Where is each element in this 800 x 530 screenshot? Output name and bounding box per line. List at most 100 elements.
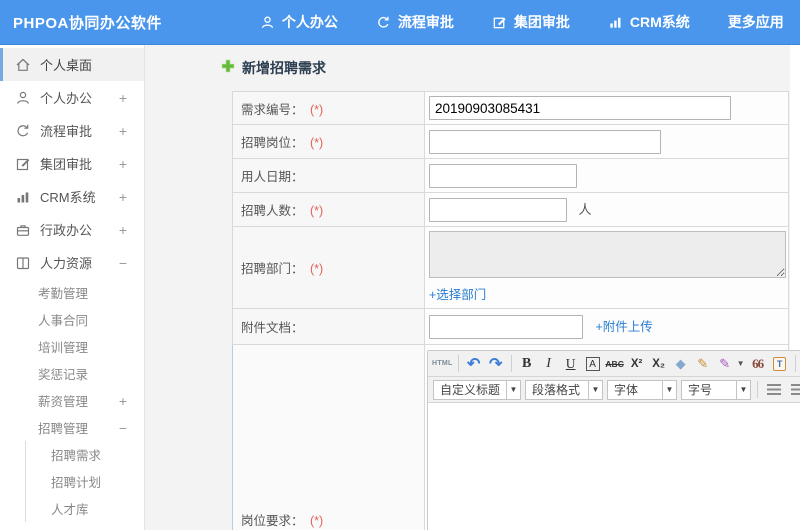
expand-plus-icon: +	[118, 188, 127, 205]
sidebar-item-label: 培训管理	[38, 341, 89, 355]
sidebar-item-label: 人事合同	[38, 314, 89, 328]
sidebar-item-hr-contract[interactable]: 人事合同	[0, 306, 144, 333]
sidebar: 个人桌面 个人办公 + 流程审批 + 集团审批 + CRM系统 + 行政办公 +…	[0, 45, 145, 530]
headcount-unit-label: 人	[578, 202, 592, 217]
field-label: 用人日期：	[241, 170, 304, 184]
sidebar-item-training-mgmt[interactable]: 培训管理	[0, 333, 144, 360]
nav-item-more-apps[interactable]: 更多应用	[728, 12, 800, 32]
nav-item-label: 更多应用	[727, 14, 784, 30]
undo-button[interactable]: ↶	[464, 354, 484, 374]
main-content: 新增招聘需求 需求编号： (*) 招聘岗位： (*) 用人日期：	[145, 45, 800, 530]
sidebar-item-label: 人才库	[51, 503, 89, 517]
attachment-input[interactable]	[429, 314, 583, 339]
nav-item-label: CRM系统	[629, 14, 690, 30]
attachment-upload-link[interactable]: +附件上传	[595, 320, 652, 334]
headcount-input[interactable]	[429, 197, 567, 222]
sidebar-item-reward-punishment[interactable]: 奖惩记录	[0, 360, 144, 387]
expand-plus-icon: +	[118, 89, 127, 106]
nav-item-group-approval[interactable]: 集团审批	[492, 12, 570, 32]
sidebar-item-label: 流程审批	[40, 124, 93, 139]
blockquote-button[interactable]: 66	[748, 354, 768, 374]
align-center-icon[interactable]	[791, 384, 800, 395]
nav-item-personal-office[interactable]: 个人办公	[260, 12, 338, 32]
sidebar-item-salary-mgmt[interactable]: 薪资管理 +	[0, 387, 144, 414]
color-pen-button[interactable]: ✎	[715, 354, 735, 374]
toolbar-separator	[457, 355, 459, 372]
editor-content-area[interactable]	[428, 403, 800, 530]
strikethrough-button[interactable]: ABC	[605, 354, 625, 374]
sidebar-item-label: 集团审批	[40, 157, 93, 172]
sidebar-item-workflow-approval[interactable]: 流程审批 +	[0, 114, 144, 147]
editor-toolbar-row2: 自定义标题 ▼ 段落格式 ▼ 字体 ▼ 字号 ▼	[428, 377, 800, 403]
nav-item-label: 流程审批	[397, 14, 454, 30]
html-source-button[interactable]: HTML	[432, 354, 453, 374]
paragraph-format-select[interactable]: 段落格式 ▼	[525, 379, 603, 400]
chart-icon	[15, 189, 31, 205]
app-brand: PHPOA协同办公软件	[13, 14, 162, 32]
eraser-button[interactable]: ◆	[671, 354, 691, 374]
sidebar-submenu-hr: 考勤管理 人事合同 培训管理 奖惩记录 薪资管理 + 招聘管理 − 招聘需求 招…	[0, 279, 144, 522]
form-row-attachment: 附件文档： +附件上传	[232, 308, 789, 345]
sidebar-item-human-resources[interactable]: 人力资源 −	[0, 246, 144, 279]
bold-button[interactable]: B	[517, 354, 537, 374]
expand-plus-icon: +	[118, 221, 127, 238]
collapse-minus-icon: −	[118, 254, 127, 271]
nav-item-crm-system[interactable]: CRM系统	[608, 12, 690, 32]
required-mark: (*)	[310, 204, 324, 218]
top-navbar: PHPOA协同办公软件 个人办公 流程审批 集团审批 CRM系统 更多应用	[0, 0, 800, 45]
font-family-select[interactable]: 字体 ▼	[607, 379, 677, 400]
department-textarea[interactable]	[429, 231, 786, 278]
underline-button[interactable]: U	[561, 354, 581, 374]
rich-text-editor: HTML ↶ ↷ B I U A ABC X² X₂ ◆ ✎ ✎ ▼ 66 T …	[427, 350, 800, 530]
field-label: 招聘部门：	[241, 262, 304, 276]
sidebar-item-recruit-requirement[interactable]: 招聘需求	[26, 441, 144, 468]
toolbar-separator	[757, 381, 758, 398]
field-label: 招聘人数：	[241, 204, 304, 218]
sidebar-item-personal-desktop[interactable]: 个人桌面	[0, 48, 144, 81]
paste-word-button[interactable]: T	[770, 354, 790, 374]
field-label: 岗位要求：	[241, 514, 304, 528]
field-label: 需求编号：	[241, 102, 304, 117]
required-mark: (*)	[310, 136, 324, 150]
sidebar-item-personal-office[interactable]: 个人办公 +	[0, 81, 144, 114]
nav-item-workflow-approval[interactable]: 流程审批	[376, 12, 454, 32]
sidebar-item-recruit-plan[interactable]: 招聘计划	[26, 468, 144, 495]
editor-toolbar-row1: HTML ↶ ↷ B I U A ABC X² X₂ ◆ ✎ ✎ ▼ 66 T	[428, 351, 800, 377]
expand-plus-icon: +	[118, 155, 127, 172]
field-label: 招聘岗位：	[241, 136, 304, 150]
sidebar-item-talent-pool[interactable]: 人才库	[26, 495, 144, 522]
sidebar-item-crm-system[interactable]: CRM系统 +	[0, 180, 144, 213]
subscript-button[interactable]: X₂	[649, 354, 669, 374]
page-title-row: 新增招聘需求	[221, 58, 800, 78]
superscript-button[interactable]: X²	[627, 354, 647, 374]
format-brush-button[interactable]: ✎	[693, 354, 713, 374]
caret-down-icon: ▼	[737, 379, 751, 400]
select-department-link[interactable]: +选择部门	[429, 284, 486, 303]
recruit-requirement-form: 需求编号： (*) 招聘岗位： (*) 用人日期：	[232, 91, 800, 530]
form-row-job-requirement: 岗位要求： (*) HTML ↶ ↷ B I U A ABC X² X₂ ◆ ✎…	[232, 344, 800, 530]
char-border-button[interactable]: A	[583, 354, 603, 374]
collapse-minus-icon: −	[118, 419, 127, 436]
form-row-headcount: 招聘人数： (*) 人	[232, 192, 789, 227]
redo-button[interactable]: ↷	[486, 354, 506, 374]
sidebar-item-admin-office[interactable]: 行政办公 +	[0, 213, 144, 246]
sidebar-item-attendance-mgmt[interactable]: 考勤管理	[0, 279, 144, 306]
sidebar-item-label: 个人桌面	[40, 58, 93, 73]
align-left-icon[interactable]	[767, 384, 781, 395]
form-row-hire-date: 用人日期：	[232, 158, 789, 193]
navbar-menu: 个人办公 流程审批 集团审批 CRM系统 更多应用	[260, 12, 800, 32]
sidebar-item-recruit-mgmt[interactable]: 招聘管理 −	[0, 414, 144, 441]
caret-down-icon: ▼	[589, 379, 603, 400]
custom-title-select[interactable]: 自定义标题 ▼	[433, 379, 521, 400]
toolbar-separator	[510, 355, 512, 372]
sidebar-item-group-approval[interactable]: 集团审批 +	[0, 147, 144, 180]
hire-date-input[interactable]	[429, 163, 577, 188]
required-mark: (*)	[310, 262, 324, 276]
requirement-no-input[interactable]	[429, 96, 731, 120]
sidebar-submenu-recruit: 招聘需求 招聘计划 人才库	[25, 441, 144, 522]
font-size-select[interactable]: 字号 ▼	[681, 379, 751, 400]
color-pen-caret-icon[interactable]: ▼	[737, 359, 745, 368]
italic-button[interactable]: I	[539, 354, 559, 374]
position-input[interactable]	[429, 129, 661, 154]
sidebar-item-label: 薪资管理	[38, 395, 89, 409]
